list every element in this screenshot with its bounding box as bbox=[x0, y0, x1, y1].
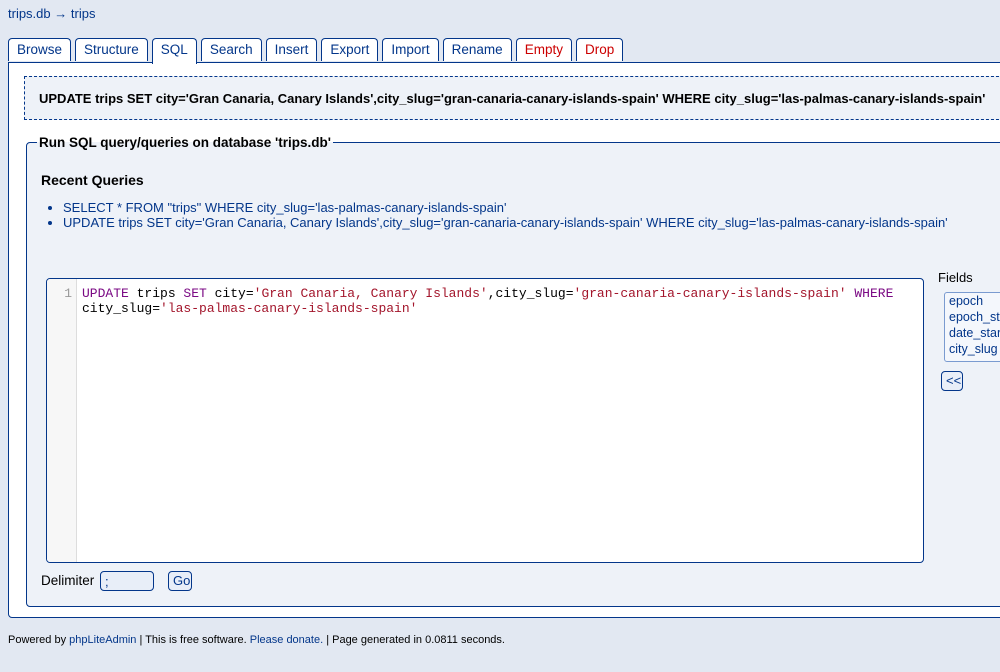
sql-keyword: SET bbox=[183, 286, 207, 301]
tab-structure[interactable]: Structure bbox=[75, 38, 148, 61]
list-item: SELECT * FROM "trips" WHERE city_slug='l… bbox=[63, 200, 948, 215]
recent-query-link[interactable]: SELECT * FROM "trips" WHERE city_slug='l… bbox=[63, 200, 506, 215]
sql-panel: UPDATE trips SET city='Gran Canaria, Can… bbox=[8, 62, 1000, 618]
sql-text: ,city_slug= bbox=[487, 286, 574, 301]
breadcrumb-database-link[interactable]: trips.db bbox=[8, 6, 51, 21]
tab-import[interactable]: Import bbox=[382, 38, 439, 61]
sql-string: 'las-palmas-canary-islands-spain' bbox=[160, 301, 418, 316]
sql-text: city= bbox=[206, 286, 254, 301]
go-button[interactable]: Go bbox=[168, 571, 192, 591]
sql-code[interactable]: UPDATE trips SET city='Gran Canaria, Can… bbox=[82, 286, 913, 316]
field-option[interactable]: epoch bbox=[945, 293, 1000, 309]
recent-queries-list: SELECT * FROM "trips" WHERE city_slug='l… bbox=[63, 200, 948, 230]
tab-rename[interactable]: Rename bbox=[442, 38, 512, 61]
delimiter-label: Delimiter bbox=[41, 573, 95, 588]
tab-empty[interactable]: Empty bbox=[515, 38, 572, 61]
breadcrumb: trips.db → trips bbox=[8, 6, 95, 21]
sql-string: 'gran-canaria-canary-islands-spain' bbox=[573, 286, 847, 301]
breadcrumb-arrow: → bbox=[54, 6, 68, 21]
recent-query-link[interactable]: UPDATE trips SET city='Gran Canaria, Can… bbox=[63, 215, 948, 230]
tab-drop[interactable]: Drop bbox=[575, 38, 624, 61]
tab-insert[interactable]: Insert bbox=[265, 38, 318, 61]
fields-select[interactable]: epoch epoch_start date_start city_slug bbox=[944, 292, 1000, 362]
footer-prefix: Powered by bbox=[8, 634, 70, 646]
sql-keyword: UPDATE bbox=[82, 286, 129, 301]
executed-query-banner: UPDATE trips SET city='Gran Canaria, Can… bbox=[24, 76, 1000, 120]
sql-keyword: WHERE bbox=[846, 286, 894, 301]
recent-queries-title: Recent Queries bbox=[41, 172, 144, 188]
phpliteadmin-link[interactable]: phpLiteAdmin bbox=[69, 634, 136, 646]
footer: Powered by phpLiteAdmin | This is free s… bbox=[8, 634, 505, 646]
tab-sql[interactable]: SQL bbox=[151, 38, 197, 64]
footer-suffix: | Page generated in 0.0811 seconds. bbox=[323, 634, 505, 646]
tab-export[interactable]: Export bbox=[321, 38, 379, 61]
run-sql-legend: Run SQL query/queries on database 'trips… bbox=[39, 135, 331, 150]
insert-field-button[interactable]: << bbox=[941, 371, 963, 391]
sql-text: trips bbox=[128, 286, 184, 301]
line-number-gutter: 1 bbox=[47, 279, 77, 562]
tab-browse[interactable]: Browse bbox=[8, 38, 72, 61]
field-option[interactable]: date_start bbox=[945, 325, 1000, 341]
donate-link[interactable]: Please donate. bbox=[250, 634, 323, 646]
field-option[interactable]: epoch_start bbox=[945, 309, 1000, 325]
fields-label: Fields bbox=[938, 270, 973, 285]
sql-editor[interactable]: 1 UPDATE trips SET city='Gran Canaria, C… bbox=[46, 278, 924, 563]
run-sql-fieldset: Run SQL query/queries on database 'trips… bbox=[26, 135, 1000, 607]
list-item: UPDATE trips SET city='Gran Canaria, Can… bbox=[63, 215, 948, 230]
footer-middle: | This is free software. bbox=[136, 634, 250, 646]
breadcrumb-table-link[interactable]: trips bbox=[71, 6, 96, 21]
sql-string: 'Gran Canaria, Canary Islands' bbox=[253, 286, 488, 301]
tab-search[interactable]: Search bbox=[200, 38, 262, 61]
delimiter-input[interactable] bbox=[100, 571, 154, 591]
field-option[interactable]: city_slug bbox=[945, 341, 1000, 357]
tab-bar: Browse Structure SQL Search Insert Expor… bbox=[8, 38, 624, 64]
